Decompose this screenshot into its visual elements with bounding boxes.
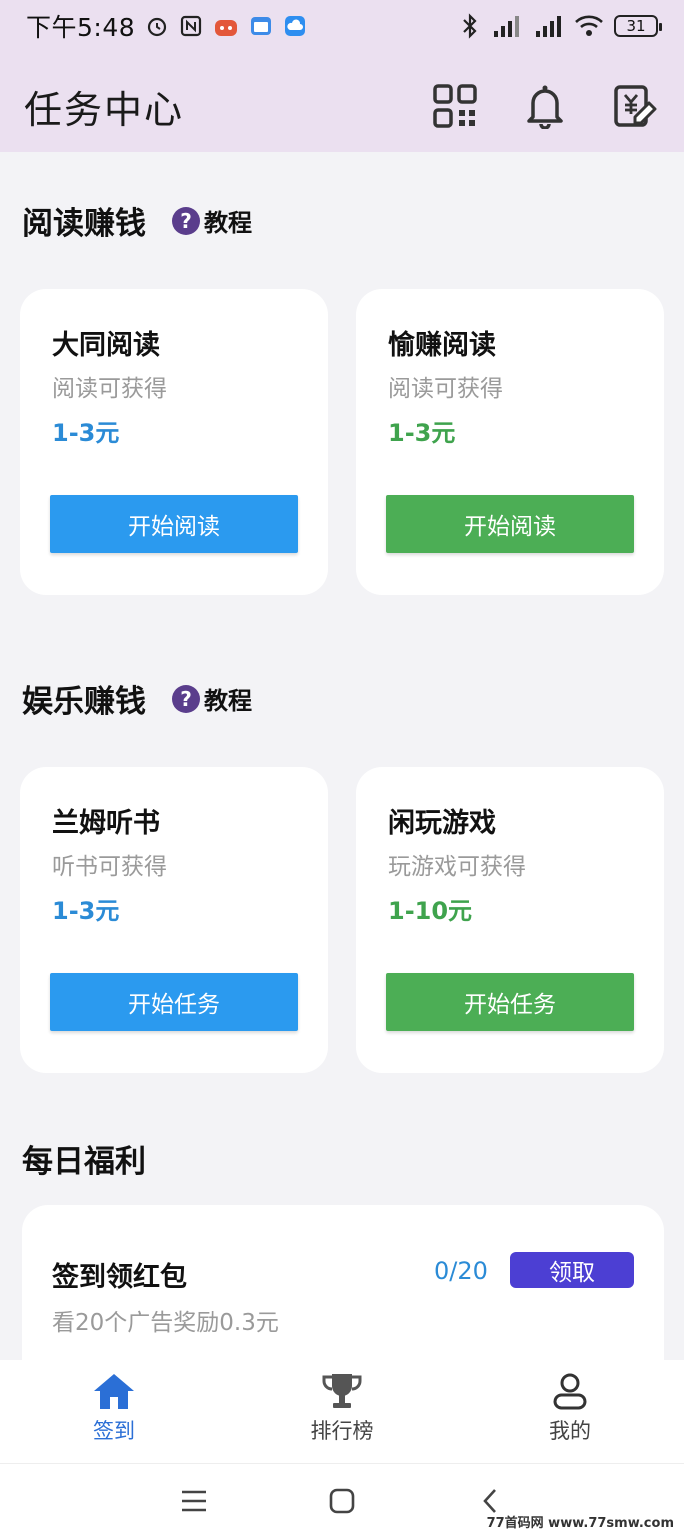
section-reading-label: 阅读赚钱 (22, 206, 146, 242)
withdraw-edit-icon[interactable] (610, 81, 660, 131)
tab-checkin[interactable]: 签到 (0, 1360, 228, 1463)
help-icon: ? (172, 206, 200, 235)
trophy-icon (320, 1371, 364, 1411)
checkin-task-desc: 看20个广告奖励0.3元 (52, 1310, 279, 1336)
tab-checkin-label: 签到 (93, 1419, 135, 1443)
task-name: 愉赚阅读 (388, 330, 496, 361)
tab-leaderboard[interactable]: 排行榜 (228, 1360, 456, 1463)
home-icon (92, 1371, 136, 1411)
task-desc: 阅读可获得 (388, 376, 503, 402)
home-square-icon[interactable] (317, 1476, 367, 1526)
page-title: 任务中心 (24, 87, 185, 132)
task-name: 大同阅读 (52, 330, 160, 361)
signal-hd-2-icon (532, 13, 564, 39)
task-reward: 1-3元 (52, 897, 120, 925)
section-daily-label: 每日福利 (22, 1144, 146, 1180)
entertainment-tutorial-link[interactable]: ? 教程 (172, 681, 252, 716)
start-task-button[interactable]: 开始任务 (386, 973, 634, 1031)
status-time: 下午5:48 (26, 13, 136, 42)
start-reading-button[interactable]: 开始阅读 (50, 495, 298, 553)
task-card-datong-reading: 大同阅读 阅读可获得 1-3元 开始阅读 (20, 289, 328, 595)
task-reward: 1-3元 (388, 419, 456, 447)
alarm-icon (145, 14, 169, 38)
task-card-games: 闲玩游戏 玩游戏可获得 1-10元 开始任务 (356, 767, 664, 1073)
task-desc: 阅读可获得 (52, 376, 167, 402)
browser-icon (249, 14, 273, 38)
checkin-task-name: 签到领红包 (52, 1262, 187, 1293)
start-reading-button[interactable]: 开始阅读 (386, 495, 634, 553)
tab-leaderboard-label: 排行榜 (310, 1419, 374, 1443)
task-name: 闲玩游戏 (388, 808, 496, 839)
cloud-icon (283, 14, 307, 38)
site-watermark: 77首码网 www.77smw.com (486, 1516, 674, 1531)
bottom-tab-bar: 签到 排行榜 我的 (0, 1360, 684, 1464)
bluetooth-icon (460, 13, 480, 39)
task-card-audiobook: 兰姆听书 听书可获得 1-3元 开始任务 (20, 767, 328, 1073)
qr-scan-icon[interactable] (430, 81, 480, 131)
section-entertainment-title: 娱乐赚钱 ? 教程 (22, 676, 252, 721)
tutorial-label: 教程 (204, 687, 252, 715)
bell-icon[interactable] (520, 81, 570, 131)
task-desc: 听书可获得 (52, 854, 167, 880)
task-reward: 1-10元 (388, 897, 473, 925)
page-header: 任务中心 (0, 60, 684, 152)
task-name: 兰姆听书 (52, 808, 160, 839)
tutorial-label: 教程 (204, 209, 252, 237)
tab-mine-label: 我的 (549, 1419, 591, 1443)
section-reading-title: 阅读赚钱 ? 教程 (22, 198, 252, 243)
tab-mine[interactable]: 我的 (456, 1360, 684, 1463)
user-icon (550, 1371, 590, 1411)
menu-icon[interactable] (169, 1476, 219, 1526)
daily-checkin-card: 签到领红包 看20个广告奖励0.3元 0/20 领取 (22, 1205, 664, 1385)
wifi-icon (574, 14, 604, 38)
task-desc: 玩游戏可获得 (388, 854, 526, 880)
claim-button[interactable]: 领取 (510, 1252, 634, 1288)
section-entertainment-label: 娱乐赚钱 (22, 684, 146, 720)
task-reward: 1-3元 (52, 419, 120, 447)
section-daily-title: 每日福利 (22, 1136, 146, 1181)
signal-hd-icon (490, 13, 522, 39)
checkin-progress: 0/20 (434, 1257, 488, 1285)
status-bar: 下午5:48 31 (0, 0, 684, 52)
help-icon: ? (172, 684, 200, 713)
app-notification-icon (213, 14, 239, 38)
start-task-button[interactable]: 开始任务 (50, 973, 298, 1031)
task-card-yuzhuan-reading: 愉赚阅读 阅读可获得 1-3元 开始阅读 (356, 289, 664, 595)
app-header-bar: 下午5:48 31 任务中心 (0, 0, 684, 152)
battery-icon: 31 (614, 15, 662, 37)
nfc-icon (179, 14, 203, 38)
reading-tutorial-link[interactable]: ? 教程 (172, 203, 252, 238)
